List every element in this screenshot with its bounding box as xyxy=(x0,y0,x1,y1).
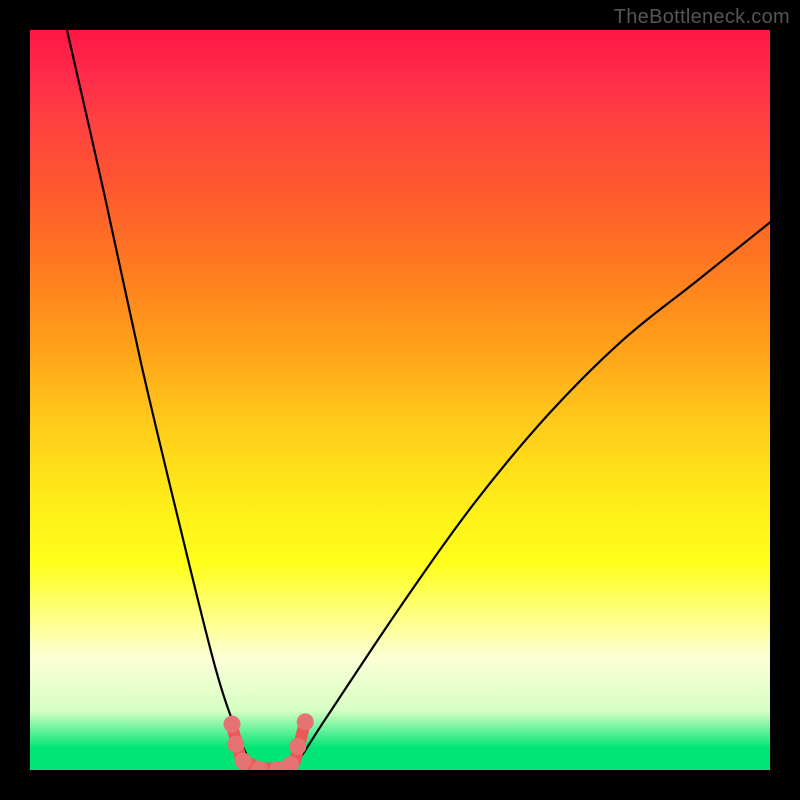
highlight-dot xyxy=(289,738,306,755)
highlight-dot xyxy=(224,716,241,733)
chart-frame: TheBottleneck.com xyxy=(0,0,800,800)
plot-area xyxy=(30,30,770,770)
highlight-dot xyxy=(227,736,244,753)
highlight-dot xyxy=(235,753,252,770)
highlight-markers xyxy=(30,30,770,770)
highlight-dot xyxy=(297,713,314,730)
watermark-text: TheBottleneck.com xyxy=(614,6,790,29)
